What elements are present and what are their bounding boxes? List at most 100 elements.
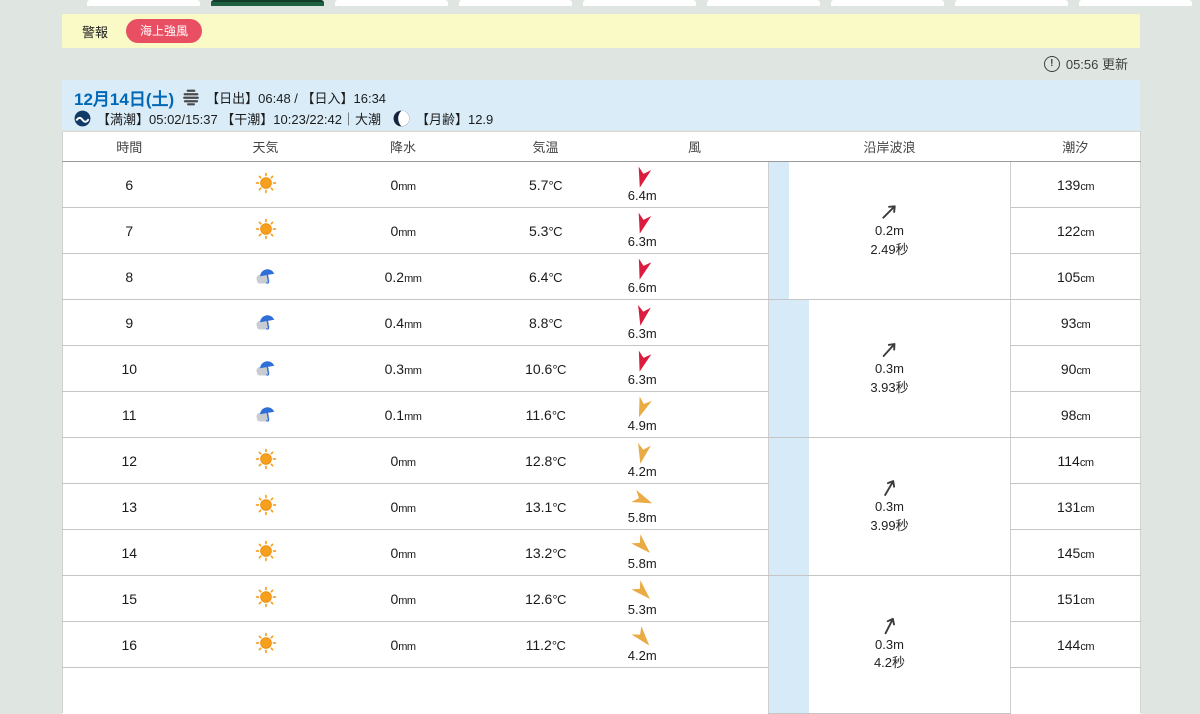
wind-cell: 6.3m [620, 207, 769, 254]
sun-icon [255, 540, 276, 562]
weather-cell [195, 437, 336, 484]
top-tab[interactable] [831, 0, 944, 6]
time-cell: 8 [62, 253, 196, 300]
precipitation-cell: 0mm [335, 483, 471, 530]
top-tab[interactable] [335, 0, 448, 6]
sun-icon [255, 586, 276, 608]
wind-cell: 6.4m [620, 161, 769, 208]
sun-icon [255, 218, 276, 240]
col-header-tide: 潮汐 [1010, 131, 1141, 162]
wind-direction-arrow: 6.3m [570, 212, 716, 249]
alert-label: 警報 [82, 24, 109, 40]
wind-cell: 6.6m [620, 253, 769, 300]
top-tab[interactable] [87, 0, 200, 6]
wave-cell: 0.3m 3.99秒 [768, 437, 1011, 576]
rain-umbrella-icon [256, 406, 275, 422]
col-header-time: 時間 [62, 131, 196, 162]
precipitation-cell: 0mm [335, 161, 471, 208]
weather-cell [195, 621, 336, 668]
tide-cell: 151cm [1010, 575, 1141, 622]
wave-direction-arrow [884, 480, 896, 497]
wave-height: 0.3m [875, 499, 904, 515]
time-cell: 13 [62, 483, 196, 530]
sun-icon [255, 494, 276, 516]
tide-cell: 105cm [1010, 253, 1141, 300]
wave-height: 0.2m [875, 223, 904, 239]
top-tab[interactable] [1079, 0, 1192, 6]
wind-cell: 4.2m [620, 621, 769, 668]
wind-direction-arrow: 4.9m [570, 396, 716, 433]
wind-speed: 5.3m [627, 602, 657, 617]
col-header-precipitation: 降水 [335, 131, 471, 162]
precipitation-cell: 0mm [335, 529, 471, 576]
tide-cell: 114cm [1010, 437, 1141, 484]
weather-cell [195, 483, 336, 530]
weather-cell [195, 345, 336, 392]
wave-period: 4.2秒 [873, 655, 906, 671]
tide-cell: 90cm [1010, 345, 1141, 392]
alert-badge-strong-wind[interactable]: 海上強風 [126, 19, 203, 43]
wave-period: 3.93秒 [870, 379, 909, 395]
wind-speed: 6.3m [627, 234, 657, 249]
forecast-row-hour-12: 12 0mm 12.8°C 4.2m 0.3m 3.99秒 114cm [62, 437, 1141, 576]
wind-speed: 5.8m [627, 510, 657, 525]
wind-cell: 5.8m [620, 483, 769, 530]
time-cell: 10 [62, 345, 196, 392]
wave-period: 3.99秒 [870, 517, 909, 533]
precipitation-cell: 0mm [335, 621, 471, 668]
wind-speed: 6.3m [627, 372, 657, 387]
tide-wave-icon [74, 110, 91, 127]
wave-period: 2.49秒 [870, 241, 909, 257]
weather-cell [195, 253, 336, 300]
tide-cell: 98cm [1010, 391, 1141, 438]
top-tab-strip [87, 0, 1192, 6]
top-tab[interactable] [583, 0, 696, 6]
wave-direction-arrow [884, 618, 895, 635]
tide-cell: 122cm [1010, 207, 1141, 254]
wind-cell: 5.3m [620, 575, 769, 622]
weather-cell [195, 161, 336, 208]
wave-cell: 0.2m 2.49秒 [768, 161, 1011, 300]
tide-cell: 145cm [1010, 529, 1141, 576]
tide-times: 【満潮】05:02/15:37 【干潮】10:23/22:42｜大潮 [97, 111, 381, 127]
moon-phase-icon [393, 110, 410, 127]
wind-speed: 6.6m [627, 280, 657, 295]
top-tab-active[interactable] [211, 0, 324, 6]
wind-speed: 6.3m [627, 326, 657, 341]
time-cell: 15 [62, 575, 196, 622]
forecast-row-hour-6: 6 0mm 5.7°C 6.4m 0.2m 2.49秒 139cm [62, 161, 1141, 300]
wave-cell: 0.3m 3.93秒 [768, 299, 1011, 438]
table-header-row: 時間 天気 降水 気温 風 沿岸波浪 潮汐 [62, 131, 1141, 162]
wave-height: 0.3m [875, 361, 904, 377]
weather-cell [195, 529, 336, 576]
sunrise-sunset-times: 【日出】06:48 / 【日入】16:34 [206, 90, 387, 106]
time-cell: 14 [62, 529, 196, 576]
top-tab[interactable] [707, 0, 820, 6]
wind-speed: 4.9m [627, 418, 657, 433]
date-label: 12月14日(土) [74, 89, 175, 109]
top-tab[interactable] [955, 0, 1068, 6]
col-header-temperature: 気温 [470, 131, 621, 162]
time-cell: 12 [62, 437, 196, 484]
tide-cell: 144cm [1010, 621, 1141, 668]
info-icon[interactable]: ! [1043, 55, 1060, 72]
col-header-weather: 天気 [195, 131, 336, 162]
wave-cell: 0.3m 4.2秒 [768, 575, 1011, 714]
top-tab[interactable] [459, 0, 572, 6]
time-cell: 6 [62, 161, 196, 208]
precipitation-cell: 0mm [335, 575, 471, 622]
moon-age: 【月齢】12.9 [415, 111, 494, 127]
precipitation-cell: 0.3mm [335, 345, 471, 392]
col-header-wind: 風 [620, 131, 769, 162]
time-cell: 7 [62, 207, 196, 254]
wind-speed: 6.4m [627, 188, 657, 203]
rain-umbrella-icon [256, 268, 275, 284]
wind-cell: 4.9m [620, 391, 769, 438]
precipitation-cell: 0.2mm [335, 253, 471, 300]
wind-cell: 5.8m [620, 529, 769, 576]
wind-cell: 6.3m [620, 345, 769, 392]
weather-cell [195, 391, 336, 438]
time-cell: 16 [62, 621, 196, 668]
wind-direction-arrow: 5.8m [570, 489, 716, 524]
rain-umbrella-icon [256, 314, 275, 330]
